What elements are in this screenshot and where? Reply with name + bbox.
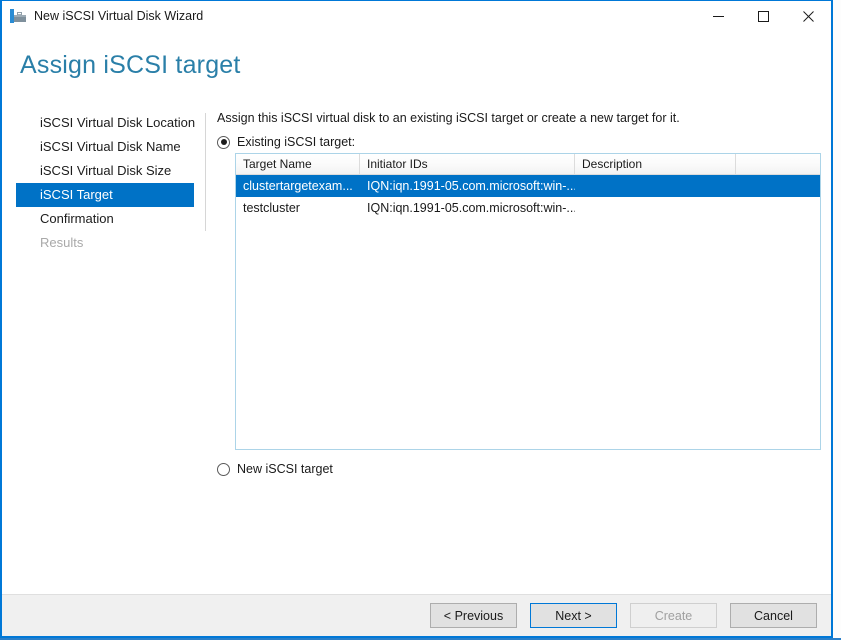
cell-initiator-ids: IQN:iqn.1991-05.com.microsoft:win-... <box>367 201 575 215</box>
radio-indicator-existing <box>217 135 230 149</box>
new-iscsi-target-radio[interactable]: New iSCSI target <box>217 460 333 478</box>
create-button: Create <box>630 603 717 628</box>
cell-target-name: clustertargetexam... <box>243 179 353 193</box>
sidebar-item-iscsi-virtual-disk-location[interactable]: iSCSI Virtual Disk Location <box>16 111 206 135</box>
minimize-button[interactable] <box>696 1 741 31</box>
column-header-description[interactable]: Description <box>575 154 736 174</box>
instruction-text: Assign this iSCSI virtual disk to an exi… <box>217 111 680 125</box>
wizard-step-nav: iSCSI Virtual Disk Location iSCSI Virtua… <box>16 111 206 255</box>
existing-target-listview[interactable]: Target Name Initiator IDs Description cl… <box>235 153 821 450</box>
cell-filler <box>736 197 820 219</box>
column-header-filler[interactable] <box>736 154 820 174</box>
sidebar-item-iscsi-target[interactable]: iSCSI Target <box>16 183 194 207</box>
previous-button[interactable]: < Previous <box>430 603 517 628</box>
sidebar-item-iscsi-virtual-disk-name[interactable]: iSCSI Virtual Disk Name <box>16 135 206 159</box>
column-header-initiator-ids[interactable]: Initiator IDs <box>360 154 575 174</box>
footer-button-group: < Previous Next > Create Cancel <box>430 603 817 628</box>
cell-initiator-ids: IQN:iqn.1991-05.com.microsoft:win-... <box>367 179 575 193</box>
minimize-icon <box>713 15 724 17</box>
desktop-background-right <box>833 0 841 640</box>
iscsi-wizard-icon <box>10 8 26 24</box>
window-controls <box>696 1 831 31</box>
window-title: New iSCSI Virtual Disk Wizard <box>34 9 204 23</box>
cell-filler <box>736 175 820 197</box>
sidebar-divider <box>205 113 206 231</box>
cancel-button[interactable]: Cancel <box>730 603 817 628</box>
cell-description <box>575 175 736 197</box>
maximize-icon <box>758 10 769 22</box>
screenshot-root: New iSCSI Virtual Disk Wizard Assign iSC… <box>0 0 841 640</box>
existing-iscsi-target-label: Existing iSCSI target: <box>237 135 356 149</box>
cell-target-name: testcluster <box>243 201 300 215</box>
radio-indicator-new <box>217 462 230 476</box>
main-content: Assign this iSCSI virtual disk to an exi… <box>217 111 823 151</box>
page-title: Assign iSCSI target <box>20 51 241 79</box>
table-row[interactable]: testcluster IQN:iqn.1991-05.com.microsof… <box>236 197 820 219</box>
sidebar-item-confirmation[interactable]: Confirmation <box>16 207 206 231</box>
next-button[interactable]: Next > <box>530 603 617 628</box>
table-row[interactable]: clustertargetexam... IQN:iqn.1991-05.com… <box>236 175 820 197</box>
existing-iscsi-target-radio[interactable]: Existing iSCSI target: <box>217 133 823 151</box>
sidebar-item-iscsi-virtual-disk-size[interactable]: iSCSI Virtual Disk Size <box>16 159 206 183</box>
maximize-button[interactable] <box>741 1 786 31</box>
close-icon <box>803 10 814 22</box>
cell-description <box>575 197 736 219</box>
close-button[interactable] <box>786 1 831 31</box>
window-titlebar: New iSCSI Virtual Disk Wizard <box>2 1 831 31</box>
wizard-window: New iSCSI Virtual Disk Wizard Assign iSC… <box>0 0 833 638</box>
column-header-target-name[interactable]: Target Name <box>236 154 360 174</box>
sidebar-item-results: Results <box>40 235 84 250</box>
listview-header-row: Target Name Initiator IDs Description <box>236 154 820 175</box>
new-iscsi-target-label: New iSCSI target <box>237 462 333 476</box>
wizard-footer: < Previous Next > Create Cancel <box>2 594 831 636</box>
